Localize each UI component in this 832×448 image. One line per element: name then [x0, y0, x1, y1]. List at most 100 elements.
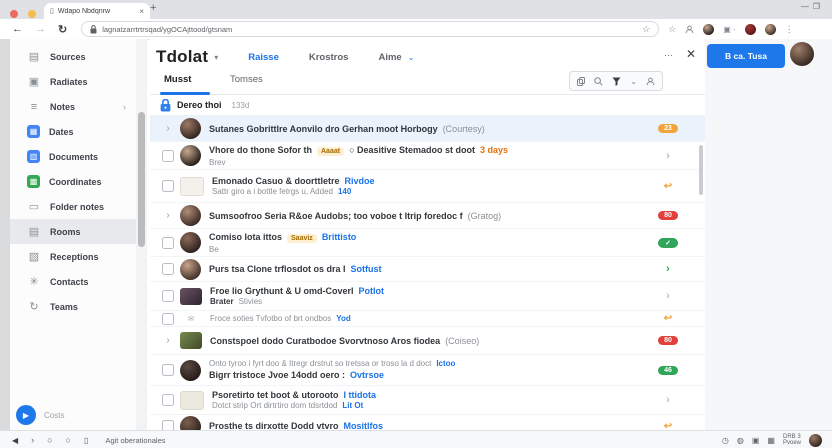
tab-musst[interactable]: Musst: [164, 74, 191, 85]
sidebar-item-contacts[interactable]: ✳ Contacts: [10, 269, 136, 294]
expand-chevron-icon[interactable]: ›: [160, 123, 176, 134]
row-link[interactable]: Rivdoe: [345, 176, 375, 186]
table-row[interactable]: Emonado Casuo & doorttletre Rivdoe Sattr g…: [150, 170, 705, 203]
address-bar[interactable]: lagnatzarrtrtrsqad/ygOCAjttood/gtsnam ☆: [81, 21, 660, 37]
profile-avatar[interactable]: [744, 23, 756, 35]
minimize-window-icon[interactable]: [28, 10, 37, 18]
checkbox[interactable]: [162, 290, 174, 302]
row-link[interactable]: Potlot: [359, 286, 385, 296]
assignee-icon[interactable]: [646, 77, 655, 86]
bookmark-star-icon[interactable]: ☆: [642, 24, 650, 35]
row-checkbox[interactable]: [160, 180, 176, 192]
checkbox[interactable]: [162, 312, 174, 325]
profile-outline-icon[interactable]: [685, 25, 694, 34]
new-tab-button[interactable]: +: [150, 2, 156, 14]
table-row[interactable]: Purs tsa Clone trflosdot os dra I Sotfust…: [150, 257, 705, 282]
browser-menu-icon[interactable]: ⋮: [785, 24, 794, 35]
forward-icon[interactable]: →: [35, 23, 46, 35]
checkbox[interactable]: [162, 263, 174, 275]
star-icon[interactable]: ☆: [668, 24, 676, 35]
filter-icon[interactable]: [612, 77, 621, 86]
browser-tab[interactable]: ▯ Wdapo Nbdqnrw ×: [44, 3, 150, 19]
taskbar-avatar[interactable]: [809, 433, 822, 447]
user-avatar[interactable]: [790, 42, 814, 66]
checkbox[interactable]: [162, 364, 174, 376]
search-icon[interactable]: [594, 76, 603, 86]
tray-clock-icon[interactable]: ◷: [722, 436, 729, 445]
list-scrollbar-thumb[interactable]: [699, 145, 703, 195]
table-row[interactable]: ✉ Froce soties Tvfotbo of brt ondbos Yod ↩: [150, 311, 705, 327]
row-checkbox[interactable]: [160, 290, 176, 302]
table-row[interactable]: › Constspoel dodo Curatbodoe Svorvtnoso A…: [150, 327, 705, 355]
row-link[interactable]: Lit Ot: [342, 401, 363, 410]
primary-action-button[interactable]: B ca. Tusa: [707, 44, 785, 68]
row-chevron-icon[interactable]: ›: [666, 394, 670, 406]
checkbox[interactable]: [162, 236, 174, 249]
overflow-menu-icon[interactable]: …: [664, 48, 673, 58]
checkbox[interactable]: [162, 149, 174, 162]
row-chevron-icon[interactable]: ›: [666, 150, 670, 162]
table-row[interactable]: › Sutanes Gobrittlre Aonvilo dro Gerhan m…: [150, 116, 705, 142]
row-checkbox[interactable]: [160, 149, 176, 162]
sidebar-item-sources[interactable]: ▤ Sources: [10, 44, 136, 69]
row-checkbox[interactable]: [160, 312, 176, 325]
sidebar-item-coordinates[interactable]: ▩ Coordinates: [10, 169, 136, 194]
media-box-icon[interactable]: ▣ ·: [723, 25, 735, 34]
table-row[interactable]: Psoretirto tet boot & utorooto I ttidota D…: [150, 386, 705, 415]
row-link[interactable]: Sotfust: [351, 264, 382, 274]
sidebar-item-receptions[interactable]: ▧ Receptions: [10, 244, 136, 269]
title-caret-icon[interactable]: ▾: [214, 53, 218, 62]
expand-chevron-icon[interactable]: ›: [160, 335, 176, 346]
checkbox[interactable]: [162, 394, 174, 406]
page-title[interactable]: Tdolat: [156, 47, 208, 67]
sidebar-item-documents[interactable]: ▥ Documents: [10, 144, 136, 169]
row-link[interactable]: Ovtrsoe: [350, 370, 384, 380]
tab-close-icon[interactable]: ×: [139, 7, 144, 16]
refresh-icon[interactable]: ↻: [58, 23, 67, 36]
table-row[interactable]: Froe lio Grythunt & U omd-Coverl Potlot Br…: [150, 282, 705, 311]
table-row[interactable]: › Sumsoofroo Seria R&oe Audobs; too voboe…: [150, 203, 705, 229]
taskbar-app1-icon[interactable]: ○: [47, 435, 52, 445]
row-link[interactable]: Ictoo: [436, 359, 455, 368]
row-chevron-icon[interactable]: ›: [666, 263, 670, 275]
extension-avatar[interactable]: [703, 23, 715, 35]
sidebar-item-folder-notes[interactable]: ▭ Folder notes: [10, 194, 136, 219]
sidebar-scrollbar-thumb[interactable]: [138, 112, 145, 247]
taskbar-clock[interactable]: DRB 3 Pvoew: [783, 434, 801, 447]
table-row[interactable]: Prosthe ts dirxotte Dodd vtvro Mositlfos ↩: [150, 415, 705, 430]
sidebar-item-dates[interactable]: ▦ Dates: [10, 119, 136, 144]
row-checkbox[interactable]: [160, 236, 176, 249]
taskbar-chevron-icon[interactable]: ›: [31, 435, 34, 445]
sidebar-item-teams[interactable]: ↻ Teams: [10, 294, 136, 319]
row-checkbox[interactable]: [160, 420, 176, 430]
sidebar-fab-button[interactable]: ▶: [16, 405, 36, 425]
row-chevron-icon[interactable]: ›: [666, 290, 670, 302]
taskbar-app3-icon[interactable]: ▯: [84, 436, 88, 445]
sidebar-item-radiates[interactable]: ▣ Radiates: [10, 69, 136, 94]
chevron-down-icon[interactable]: ⌄: [630, 77, 637, 86]
tab-tomses[interactable]: Tomses: [230, 74, 263, 85]
launcher-icon[interactable]: ◀: [12, 436, 18, 445]
tray-window-icon[interactable]: ▣: [752, 436, 760, 445]
expand-chevron-icon[interactable]: ›: [160, 210, 176, 221]
sidebar-item-notes[interactable]: ≡ Notes ›: [10, 94, 136, 119]
chevron-down-icon[interactable]: ⌄: [408, 53, 415, 62]
back-icon[interactable]: ←: [12, 23, 23, 35]
copy-icon[interactable]: [577, 76, 586, 86]
table-row[interactable]: Comiso Iota ittos Saaviz Brittisto Be ✓: [150, 229, 705, 257]
nav-link-raisse[interactable]: Raisse: [248, 52, 279, 63]
panel-close-icon[interactable]: ✕: [686, 47, 696, 61]
sidebar-item-rooms[interactable]: ▤ Rooms: [10, 219, 136, 244]
tray-record-icon[interactable]: ◍: [737, 436, 744, 445]
row-link[interactable]: Mositlfos: [344, 421, 384, 430]
row-link[interactable]: 140: [338, 187, 351, 196]
account-avatar[interactable]: [764, 23, 776, 35]
row-link[interactable]: Yod: [336, 314, 351, 323]
checkbox[interactable]: [162, 420, 174, 430]
window-minmax-icons[interactable]: —❐: [801, 2, 824, 11]
row-checkbox[interactable]: [160, 394, 176, 406]
row-checkbox[interactable]: [160, 263, 176, 275]
row-link[interactable]: Brittisto: [322, 232, 357, 242]
close-window-icon[interactable]: [10, 10, 18, 18]
tray-calendar-icon[interactable]: ▦: [767, 436, 775, 445]
